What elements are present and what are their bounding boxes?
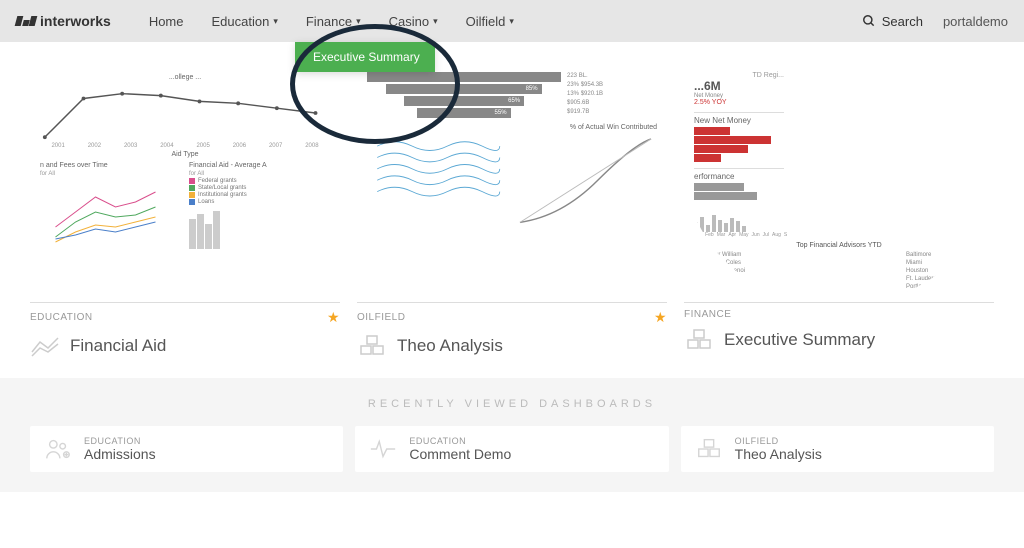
users-icon bbox=[44, 437, 72, 461]
nav-finance[interactable]: Finance▾ bbox=[292, 0, 375, 42]
advisor-row: 2Peter WilliamBaltimore$38,847 bbox=[694, 251, 984, 259]
advisor-row: 4Rajeev ShenoiHouston$35,025 bbox=[694, 267, 984, 275]
card-theo-analysis[interactable]: 85% 65% 55% 223 BL. 23% $954.3B 13% $920… bbox=[357, 62, 667, 366]
nav-oilfield[interactable]: Oilfield▾ bbox=[452, 0, 528, 42]
recent-heading: RECENTLY VIEWED DASHBOARDS bbox=[30, 398, 994, 410]
card-footer: OILFIELD★ Theo Analysis bbox=[357, 302, 667, 366]
card-title: Financial Aid bbox=[70, 336, 166, 356]
dashboard-cards: ...ollege ... 20012002200320042005200620… bbox=[30, 62, 994, 366]
mini-line-chart bbox=[40, 83, 330, 143]
card-preview: TD Regi... ...6M Net Money 2.5% YOY New … bbox=[684, 62, 994, 302]
advisor-row: 3Norma ColesMiami$36,037 bbox=[694, 259, 984, 267]
boxes-icon bbox=[695, 437, 723, 461]
chevron-down-icon: ▾ bbox=[509, 16, 514, 27]
navbar: interworks Home Education▾ Finance▾ Casi… bbox=[0, 0, 1024, 42]
chevron-down-icon: ▾ bbox=[433, 16, 438, 27]
recent-comment-demo[interactable]: EDUCATIONComment Demo bbox=[355, 426, 668, 472]
card-title: Executive Summary bbox=[724, 330, 875, 350]
dropdown-executive-summary[interactable]: Executive Summary bbox=[295, 42, 435, 72]
user-menu[interactable]: portaldemo bbox=[943, 14, 1008, 29]
brand-logo[interactable]: interworks bbox=[16, 13, 111, 29]
recent-cards: EDUCATIONAdmissions EDUCATIONComment Dem… bbox=[30, 426, 994, 472]
chevron-down-icon: ▾ bbox=[273, 16, 278, 27]
card-financial-aid[interactable]: ...ollege ... 20012002200320042005200620… bbox=[30, 62, 340, 366]
card-footer: EDUCATION★ Financial Aid bbox=[30, 302, 340, 366]
recent-section: RECENTLY VIEWED DASHBOARDS EDUCATIONAdmi… bbox=[0, 378, 1024, 492]
finance-dropdown: Executive Summary bbox=[295, 42, 435, 72]
nav-education[interactable]: Education▾ bbox=[198, 0, 292, 42]
logo-icon bbox=[16, 16, 36, 26]
nav-casino[interactable]: Casino▾ bbox=[375, 0, 452, 42]
chart-line-icon bbox=[30, 334, 60, 358]
nav-home[interactable]: Home bbox=[135, 0, 198, 42]
chevron-down-icon: ▾ bbox=[356, 16, 361, 27]
recent-admissions[interactable]: EDUCATIONAdmissions bbox=[30, 426, 343, 472]
search-icon bbox=[862, 14, 876, 28]
advisor-row: 6Christine LiuPortland$32,864 bbox=[694, 283, 984, 291]
card-preview: ...ollege ... 20012002200320042005200620… bbox=[30, 62, 340, 302]
search-button[interactable]: Search bbox=[862, 14, 923, 29]
card-executive-summary[interactable]: TD Regi... ...6M Net Money 2.5% YOY New … bbox=[684, 62, 994, 366]
card-footer: FINANCE Executive Summary bbox=[684, 302, 994, 360]
nav-right: Search portaldemo bbox=[862, 14, 1008, 29]
boxes-icon bbox=[684, 328, 714, 352]
recent-theo-analysis[interactable]: OILFIELDTheo Analysis bbox=[681, 426, 994, 472]
nav-items: Home Education▾ Finance▾ Casino▾ Oilfiel… bbox=[135, 0, 528, 42]
card-title: Theo Analysis bbox=[397, 336, 503, 356]
boxes-icon bbox=[357, 334, 387, 358]
advisor-row: Kaile RentyOklahoma City$32,729 bbox=[694, 291, 984, 299]
pulse-icon bbox=[369, 437, 397, 461]
advisor-row: 5Meredith SpikFt. Lauderdale$35,001 bbox=[694, 275, 984, 283]
content: ...ollege ... 20012002200320042005200620… bbox=[0, 42, 1024, 492]
brand-text: interworks bbox=[40, 13, 111, 29]
card-preview: 85% 65% 55% 223 BL. 23% $954.3B 13% $920… bbox=[357, 62, 667, 302]
star-icon[interactable]: ★ bbox=[654, 309, 667, 326]
star-icon[interactable]: ★ bbox=[327, 309, 340, 326]
